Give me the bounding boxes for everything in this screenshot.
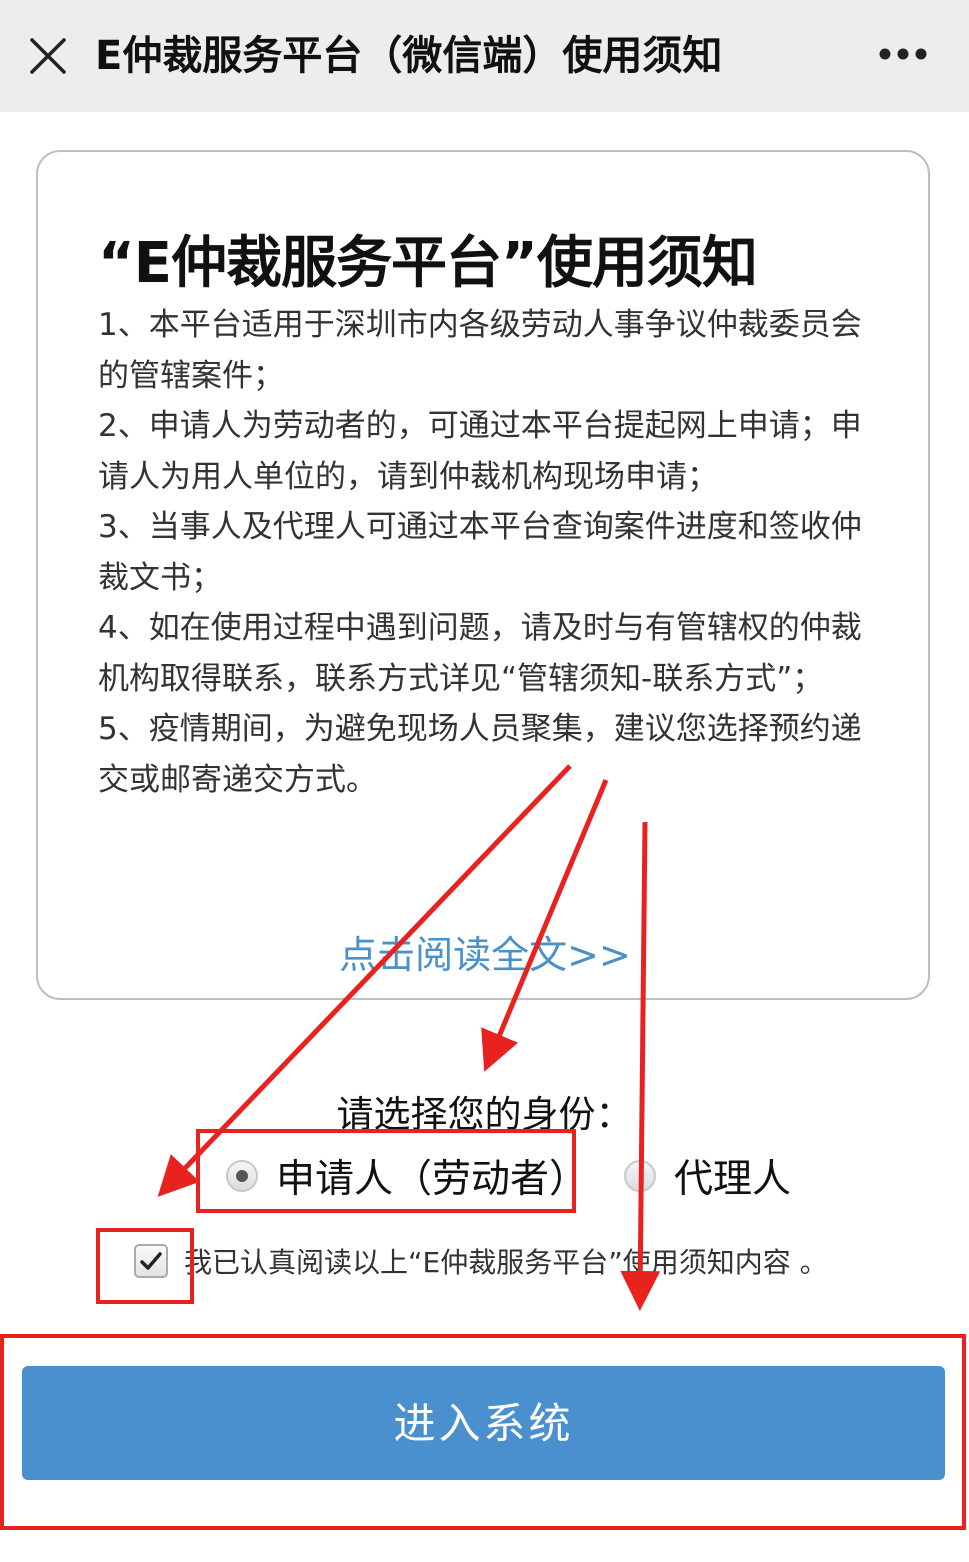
radio-label-applicant: 申请人（劳动者）	[276, 1157, 589, 1202]
agreement-row[interactable]: 我已认真阅读以上“E仲裁服务平台”使用须知内容 。	[134, 1236, 828, 1286]
more-icon[interactable]	[878, 46, 928, 62]
notice-item-1: 1、本平台适用于深圳市内各级劳动人事争议仲裁委员会的管辖案件；	[98, 307, 862, 394]
radio-option-applicant[interactable]: 申请人（劳动者）	[226, 1148, 588, 1204]
radio-selected-dot	[236, 1170, 248, 1182]
agreement-text: 我已认真阅读以上“E仲裁服务平台”使用须知内容 。	[184, 1246, 828, 1279]
radio-option-agent[interactable]: 代理人	[624, 1148, 791, 1204]
radio-label-agent: 代理人	[674, 1157, 792, 1202]
notice-item-4: 4、如在使用过程中遇到问题，请及时与有管辖权的仲裁机构取得联系，联系方式详见“管…	[98, 610, 862, 697]
page-title: E仲裁服务平台（微信端）使用须知	[95, 33, 723, 79]
agreement-checkbox[interactable]	[134, 1244, 168, 1278]
notice-heading: “E仲裁服务平台”使用须知	[98, 231, 758, 296]
read-full-text-link[interactable]: 点击阅读全文>>	[38, 924, 932, 979]
notice-card: “E仲裁服务平台”使用须知 1、本平台适用于深圳市内各级劳动人事争议仲裁委员会的…	[36, 150, 930, 1000]
close-icon[interactable]	[28, 36, 68, 76]
title-bar: E仲裁服务平台（微信端）使用须知	[0, 0, 969, 112]
enter-system-button[interactable]: 进入系统	[22, 1366, 945, 1480]
radio-button-applicant[interactable]	[226, 1160, 258, 1192]
notice-item-3: 3、当事人及代理人可通过本平台查询案件进度和签收仲裁文书；	[98, 509, 862, 596]
radio-button-agent[interactable]	[624, 1160, 656, 1192]
notice-item-5: 5、疫情期间，为避免现场人员聚集，建议您选择预约递交或邮寄递交方式。	[98, 711, 862, 798]
notice-item-2: 2、申请人为劳动者的，可通过本平台提起网上申请；申请人为用人单位的，请到仲裁机构…	[98, 408, 862, 495]
identity-label: 请选择您的身份：	[336, 1093, 633, 1136]
notice-list: 1、本平台适用于深圳市内各级劳动人事争议仲裁委员会的管辖案件； 2、申请人为劳动…	[98, 300, 878, 805]
checkmark-icon	[140, 1252, 162, 1270]
